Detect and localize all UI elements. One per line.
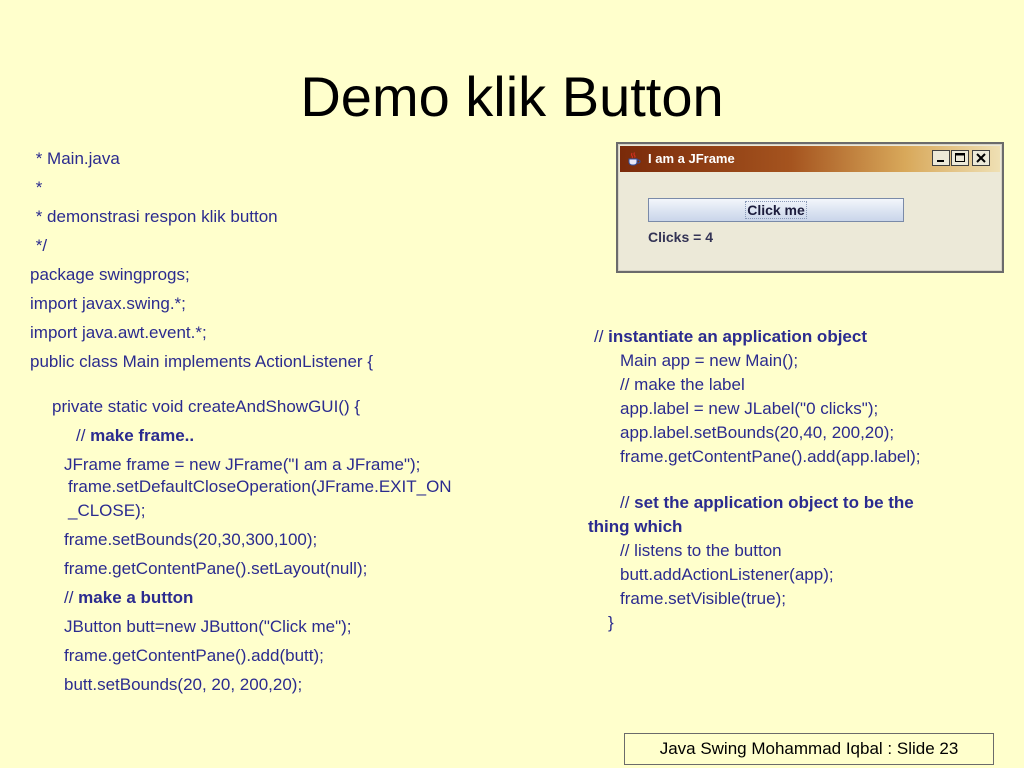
code-line: frame.setVisible(true); bbox=[620, 587, 786, 611]
code-line: public class Main implements ActionListe… bbox=[30, 350, 373, 374]
jframe-title: I am a JFrame bbox=[648, 151, 735, 166]
code-line: import javax.swing.*; bbox=[30, 292, 186, 316]
code-line: thing which bbox=[588, 515, 682, 539]
code-line: frame.getContentPane().add(app.label); bbox=[620, 445, 921, 469]
code-line: } bbox=[608, 611, 614, 635]
code-line: frame.getContentPane().add(butt); bbox=[64, 644, 324, 668]
code-line: // make the label bbox=[620, 373, 745, 397]
code-line: */ bbox=[31, 234, 47, 258]
code-text: // make the label bbox=[620, 375, 745, 394]
jframe-content-pane: Click me Clicks = 4 bbox=[620, 172, 1000, 269]
code-text: JFrame frame = new JFrame("I am a JFrame… bbox=[64, 455, 421, 474]
code-line: import java.awt.event.*; bbox=[30, 321, 207, 345]
code-line: package swingprogs; bbox=[30, 263, 190, 287]
code-line: _CLOSE); bbox=[68, 499, 145, 523]
code-line: app.label = new JLabel("0 clicks"); bbox=[620, 397, 878, 421]
code-text: * Main.java bbox=[31, 149, 120, 168]
code-text: // bbox=[64, 588, 79, 607]
slide-footer: Java Swing Mohammad Iqbal : Slide 23 bbox=[624, 733, 994, 765]
code-text: public class Main implements ActionListe… bbox=[30, 352, 373, 371]
code-bold-text: make a button bbox=[78, 588, 194, 607]
code-text: // bbox=[76, 426, 91, 445]
code-text: * bbox=[31, 178, 43, 197]
minimize-button[interactable] bbox=[932, 150, 950, 166]
code-bold-text: thing which bbox=[588, 517, 683, 536]
code-line: JFrame frame = new JFrame("I am a JFrame… bbox=[64, 453, 420, 477]
code-line: butt.addActionListener(app); bbox=[620, 563, 834, 587]
code-text: frame.getContentPane().setLayout(null); bbox=[64, 559, 368, 578]
code-line: * bbox=[31, 176, 43, 200]
clicks-label: Clicks = 4 bbox=[648, 229, 713, 245]
code-line: // make a button bbox=[64, 586, 193, 610]
jframe-window: I am a JFrame Click me Clicks = 4 bbox=[616, 142, 1004, 273]
close-icon bbox=[976, 153, 986, 163]
code-line: private static void createAndShowGUI() { bbox=[52, 395, 360, 419]
click-me-button-label: Click me bbox=[745, 201, 807, 219]
code-text: // listens to the button bbox=[620, 541, 782, 560]
code-text: frame.setDefaultCloseOperation(JFrame.EX… bbox=[68, 477, 452, 496]
code-text: _CLOSE); bbox=[68, 501, 146, 520]
code-line: // listens to the button bbox=[620, 539, 782, 563]
code-line: JButton butt=new JButton("Click me"); bbox=[64, 615, 352, 639]
code-text: frame.getContentPane().add(butt); bbox=[64, 646, 324, 665]
code-line: // make frame.. bbox=[76, 424, 194, 448]
close-button[interactable] bbox=[972, 150, 990, 166]
slide-title: Demo klik Button bbox=[300, 65, 724, 128]
code-text: import javax.swing.*; bbox=[30, 294, 186, 313]
code-text: app.label = new JLabel("0 clicks"); bbox=[620, 399, 879, 418]
java-cup-icon bbox=[628, 152, 641, 166]
code-bold-text: set the application object to be the bbox=[634, 493, 914, 512]
code-text: Main app = new Main(); bbox=[620, 351, 799, 370]
code-line: app.label.setBounds(20,40, 200,20); bbox=[620, 421, 894, 445]
code-text: // bbox=[620, 493, 635, 512]
code-line: frame.getContentPane().setLayout(null); bbox=[64, 557, 367, 581]
code-text: // bbox=[594, 327, 609, 346]
code-text: frame.setVisible(true); bbox=[620, 589, 786, 608]
code-text: frame.setBounds(20,30,300,100); bbox=[64, 530, 318, 549]
maximize-icon bbox=[955, 153, 965, 162]
minimize-icon bbox=[937, 160, 944, 162]
code-text: */ bbox=[31, 236, 48, 255]
code-text: * demonstrasi respon klik button bbox=[31, 207, 278, 226]
code-text: import java.awt.event.*; bbox=[30, 323, 207, 342]
code-text: JButton butt=new JButton("Click me"); bbox=[64, 617, 352, 636]
code-bold-text: instantiate an application object bbox=[608, 327, 867, 346]
code-line: * demonstrasi respon klik button bbox=[31, 205, 278, 229]
code-line: // set the application object to be the bbox=[620, 491, 914, 515]
code-bold-text: make frame.. bbox=[90, 426, 195, 445]
code-text: package swingprogs; bbox=[30, 265, 190, 284]
click-me-button[interactable]: Click me bbox=[648, 198, 904, 222]
code-text: private static void createAndShowGUI() { bbox=[52, 397, 361, 416]
jframe-titlebar[interactable]: I am a JFrame bbox=[620, 146, 1000, 172]
code-line: frame.setDefaultCloseOperation(JFrame.EX… bbox=[68, 475, 452, 499]
code-line: frame.setBounds(20,30,300,100); bbox=[64, 528, 317, 552]
code-line: * Main.java bbox=[31, 147, 120, 171]
code-line: butt.setBounds(20, 20, 200,20); bbox=[64, 673, 302, 697]
code-text: butt.setBounds(20, 20, 200,20); bbox=[64, 675, 303, 694]
code-line: // instantiate an application object bbox=[594, 325, 867, 349]
code-text: butt.addActionListener(app); bbox=[620, 565, 834, 584]
code-text: frame.getContentPane().add(app.label); bbox=[620, 447, 921, 466]
code-text: } bbox=[608, 613, 614, 632]
code-text: app.label.setBounds(20,40, 200,20); bbox=[620, 423, 895, 442]
maximize-button[interactable] bbox=[951, 150, 969, 166]
code-line: Main app = new Main(); bbox=[620, 349, 798, 373]
